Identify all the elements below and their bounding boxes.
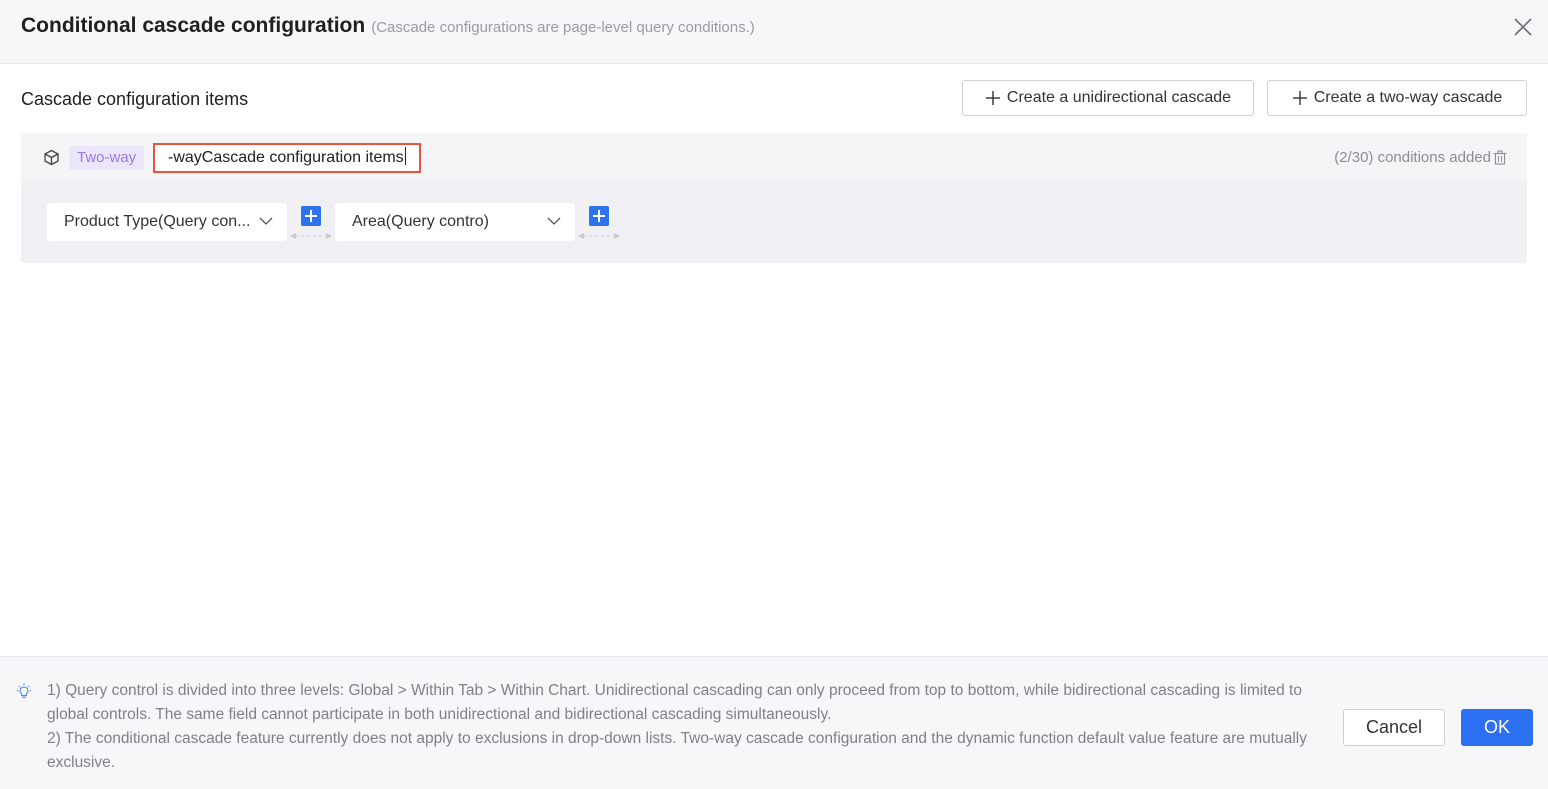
cascade-group: Two-way -wayCascade configuration items … <box>21 133 1527 263</box>
tip-item: 2) The conditional cascade feature curre… <box>47 730 1307 771</box>
create-unidirectional-cascade-label: Create a unidirectional cascade <box>1006 89 1232 106</box>
create-twoway-cascade-button[interactable]: Create a two-way cascade <box>1267 80 1527 116</box>
dialog-title-text: Conditional cascade configuration <box>21 14 366 37</box>
cascade-name-value: -wayCascade configuration items <box>168 149 404 166</box>
section-title: Cascade configuration items <box>21 89 249 109</box>
conditions-count: (2/30) conditions added <box>1334 149 1491 166</box>
condition-select-label: Area(Query contro) <box>352 213 489 230</box>
tip-item: 1) Query control is divided into three l… <box>47 682 1302 723</box>
condition-select-area[interactable]: Area(Query contro) <box>335 203 575 241</box>
trash-icon[interactable] <box>1493 150 1507 165</box>
cancel-button[interactable]: Cancel <box>1343 709 1445 746</box>
plus-icon <box>985 91 1000 105</box>
dialog-header: Conditional cascade configuration (Cascad… <box>0 0 1548 64</box>
condition-select-label: Product Type(Query con... <box>64 213 251 230</box>
dialog-footer: 1) Query control is divided into three l… <box>0 656 1548 789</box>
condition-select-product-type[interactable]: Product Type(Query con... <box>47 203 287 241</box>
lightbulb-icon <box>17 683 31 698</box>
tips-text: 1) Query control is divided into three l… <box>47 679 1347 775</box>
cascade-group-header: Two-way -wayCascade configuration items … <box>21 133 1527 181</box>
cascade-name-input[interactable]: -wayCascade configuration items <box>153 143 421 173</box>
create-twoway-cascade-label: Create a two-way cascade <box>1313 89 1503 106</box>
close-icon[interactable] <box>1510 14 1536 40</box>
bidirectional-arrow-icon <box>290 233 332 239</box>
add-condition-icon[interactable] <box>589 206 609 226</box>
cascade-type-tag: Two-way <box>69 146 145 170</box>
bidirectional-arrow-icon <box>578 233 620 239</box>
add-condition-icon[interactable] <box>301 206 321 226</box>
chevron-down-icon <box>259 217 273 225</box>
dialog-subtitle: (Cascade configurations are page-level q… <box>371 19 755 36</box>
dialog-title: Conditional cascade configuration (Cascad… <box>21 14 755 38</box>
cube-icon <box>44 149 59 166</box>
text-caret <box>404 147 406 165</box>
create-unidirectional-cascade-button[interactable]: Create a unidirectional cascade <box>962 80 1254 116</box>
plus-icon <box>1292 91 1307 105</box>
chevron-down-icon <box>547 217 561 225</box>
ok-button[interactable]: OK <box>1461 709 1533 746</box>
